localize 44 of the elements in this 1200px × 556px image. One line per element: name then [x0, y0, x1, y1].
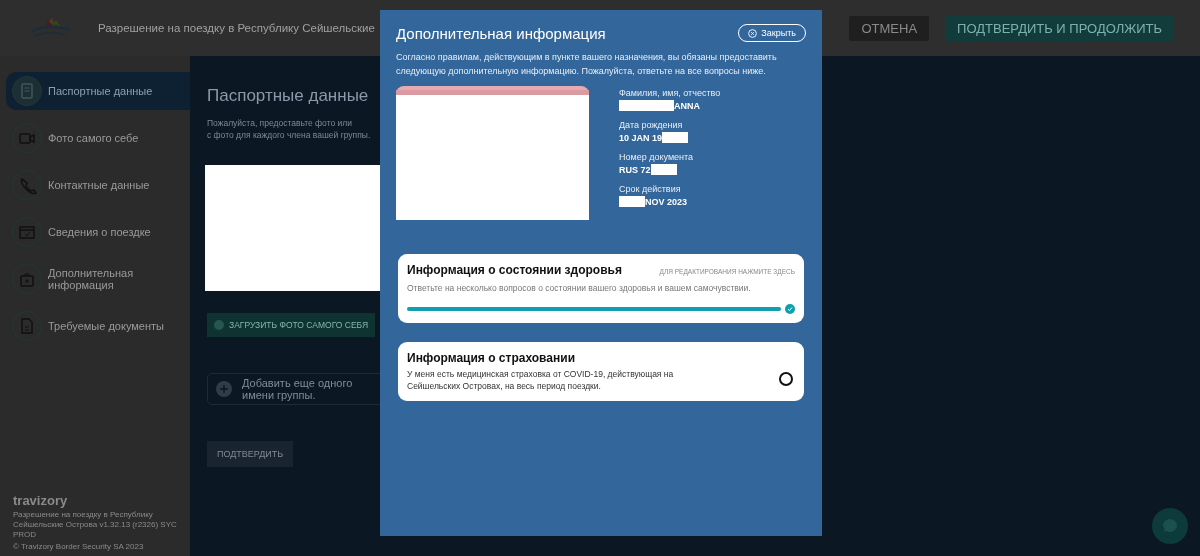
redaction-box	[662, 132, 689, 143]
redaction-box	[650, 164, 677, 175]
modal-description: Согласно правилам, действующим в пункте вашего назначения, вы обязаны предоставить следующую дополнительную информацию. Пожалуйста, ответьте на все вопросы ниже.	[396, 51, 778, 78]
card-title: Информация о состоянии здоровья	[407, 263, 622, 277]
sidebar-item[interactable]: Фото самого себе	[6, 119, 190, 157]
close-icon	[748, 28, 758, 38]
field-label: Фамилия, имя, отчество	[619, 88, 721, 98]
check-icon	[785, 304, 795, 314]
card-title: Информация о страховании	[407, 351, 577, 365]
modal-title: Дополнительная информация	[396, 24, 606, 42]
field-value: ANNA	[674, 100, 700, 111]
intro-text: с фото для каждого члена вашей группы.	[207, 130, 371, 140]
field-value: 10 JAN 19	[619, 132, 663, 143]
field-label: Номер документа	[619, 152, 695, 162]
add-person-text: Добавить еще одного	[242, 377, 353, 389]
field-label: Дата рождения	[619, 120, 684, 130]
passport-icon	[12, 76, 42, 106]
sidebar-item[interactable]: Сведения о поездке	[6, 213, 190, 251]
upload-selfie-button[interactable]: ЗАГРУЗИТЬ ФОТО САМОГО СЕБЯ	[207, 313, 376, 337]
sidebar-item[interactable]: Паспортные данные	[6, 72, 190, 110]
intro-text: Пожалуйста, предоставьте фото или	[207, 118, 353, 128]
confirm-continue-button[interactable]: ПОДТВЕРДИТЬ И ПРОДОЛЖИТЬ	[945, 15, 1174, 41]
sidebar-item[interactable]: Дополнительная информация	[6, 260, 190, 298]
field-value: NOV 2023	[645, 196, 688, 207]
redaction-box	[619, 100, 674, 111]
radio-button[interactable]	[779, 371, 793, 386]
footer-text: Разрешение на поездку в Республику Сейшельские Острова v1.32.13 (r2326) SYC PROD	[13, 510, 177, 540]
section-title: Паспортные данные	[207, 86, 369, 106]
cancel-button[interactable]: ОТМЕНА	[849, 15, 930, 41]
add-person-text: имени группы.	[242, 389, 317, 401]
field-value: RUS 72	[619, 164, 651, 175]
confirm-button[interactable]: ПОДТВЕРДИТЬ	[207, 441, 294, 467]
sidebar-item[interactable]: Контактные данные	[6, 166, 190, 204]
sidebar-item[interactable]: Требуемые документы	[6, 307, 190, 345]
card-description: У меня есть медицинская страховка от COVID-19, действующая на Сейшельских Островах, на весь период поездки.	[407, 368, 675, 392]
plus-icon	[216, 381, 232, 397]
footer-text: © Travizory Border Security SA 2023	[13, 542, 145, 552]
field-label: Срок действия	[619, 184, 682, 194]
card-description: Ответьте на несколько вопросов о состоянии вашего здоровья и вашем самочувствии.	[407, 282, 752, 294]
brand-logo: travizory	[13, 493, 69, 508]
redaction-box	[619, 196, 645, 207]
dot-icon	[214, 320, 224, 330]
page-title: Разрешение на поездку в Республику Сейшельские	[98, 22, 375, 34]
insurance-info-card[interactable]: Информация о страховании У меня есть медицинская страховка от COVID-19, действующая на Сейшельских Островах, на весь период поездки.	[398, 342, 804, 401]
